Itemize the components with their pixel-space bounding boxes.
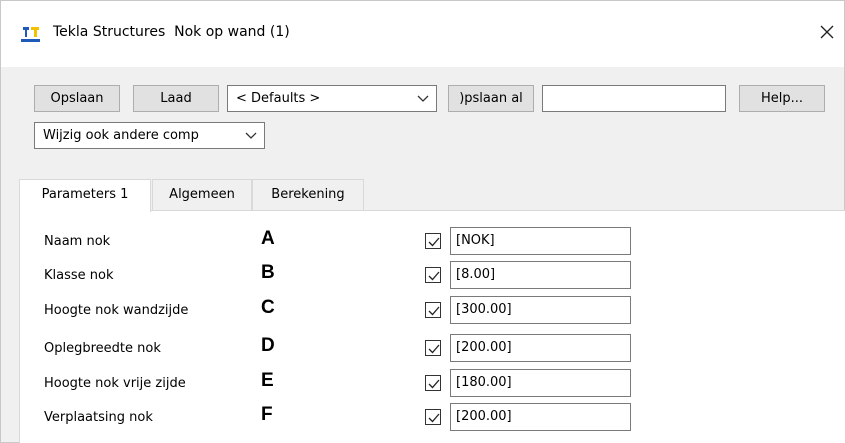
parameter-row: Oplegbreedte nok D [200.00] (20, 333, 840, 363)
parameter-label: Klasse nok (44, 268, 114, 283)
tab-algemeen[interactable]: Algemeen (152, 179, 252, 211)
parameter-value-input[interactable]: [300.00] (450, 296, 631, 324)
tekla-app-icon (21, 25, 40, 43)
parameter-value-input[interactable]: [180.00] (450, 369, 631, 397)
parameter-letter: E (261, 370, 274, 391)
dialog-window: Tekla Structures Nok op wand (1) Opslaan… (0, 0, 845, 443)
parameter-letter: C (261, 297, 275, 318)
parameter-checkbox[interactable] (425, 409, 441, 425)
parameter-checkbox[interactable] (425, 340, 441, 356)
parameter-letter: D (261, 335, 275, 356)
title-bar[interactable]: Tekla Structures Nok op wand (1) (1, 1, 844, 67)
help-button[interactable]: Help... (739, 85, 825, 112)
parameter-row: Hoogte nok wandzijde C [300.00] (20, 295, 840, 325)
parameter-row: Klasse nok B [8.00] (20, 260, 840, 290)
preset-select[interactable]: < Defaults > (227, 85, 437, 112)
load-button[interactable]: Laad (133, 85, 219, 112)
parameter-letter: A (261, 228, 275, 249)
save-as-name-input[interactable] (542, 85, 726, 112)
checkmark-icon (428, 344, 440, 354)
parameter-checkbox[interactable] (425, 302, 441, 318)
save-button[interactable]: Opslaan (34, 85, 120, 112)
tab-parameters-1[interactable]: Parameters 1 (19, 179, 151, 212)
dialog-name: Nok op wand (1) (174, 24, 290, 40)
preset-select-value: < Defaults > (236, 91, 321, 106)
chevron-down-icon (244, 123, 258, 148)
parameter-row: Verplaatsing nok F [200.00] (20, 402, 840, 432)
checkmark-icon (428, 271, 440, 281)
parameter-value-input[interactable]: [200.00] (450, 334, 631, 362)
parameter-label: Verplaatsing nok (44, 410, 153, 425)
parameter-checkbox[interactable] (425, 233, 441, 249)
close-icon (820, 25, 834, 39)
parameter-label: Hoogte nok wandzijde (44, 303, 189, 318)
checkmark-icon (428, 413, 440, 423)
parameter-row: Naam nok A [NOK] (20, 226, 840, 256)
save-as-button[interactable]: )pslaan al (448, 85, 534, 112)
parameter-label: Naam nok (44, 234, 111, 249)
window-title: Tekla Structures Nok op wand (1) (53, 24, 290, 40)
parameter-checkbox[interactable] (425, 375, 441, 391)
parameter-value-input[interactable]: [200.00] (450, 403, 631, 431)
parameter-label: Oplegbreedte nok (44, 341, 161, 356)
modify-select-value: Wijzig ook andere comp (43, 128, 199, 143)
parameter-letter: F (261, 404, 273, 425)
chevron-down-icon (416, 86, 430, 111)
checkmark-icon (428, 379, 440, 389)
parameter-value-input[interactable]: [NOK] (450, 227, 631, 255)
close-button[interactable] (813, 17, 841, 47)
checkmark-icon (428, 237, 440, 247)
parameter-label: Hoogte nok vrije zijde (44, 376, 186, 391)
parameter-checkbox[interactable] (425, 267, 441, 283)
parameter-letter: B (261, 262, 275, 283)
checkmark-icon (428, 306, 440, 316)
parameter-value-input[interactable]: [8.00] (450, 261, 631, 289)
modify-other-components-select[interactable]: Wijzig ook andere comp (34, 122, 265, 149)
tab-berekening[interactable]: Berekening (252, 179, 364, 211)
app-name: Tekla Structures (53, 24, 166, 40)
parameter-row: Hoogte nok vrije zijde E [180.00] (20, 368, 840, 398)
parameters-panel: Naam nok A [NOK] Klasse nok B [8.00] Hoo… (19, 210, 845, 443)
